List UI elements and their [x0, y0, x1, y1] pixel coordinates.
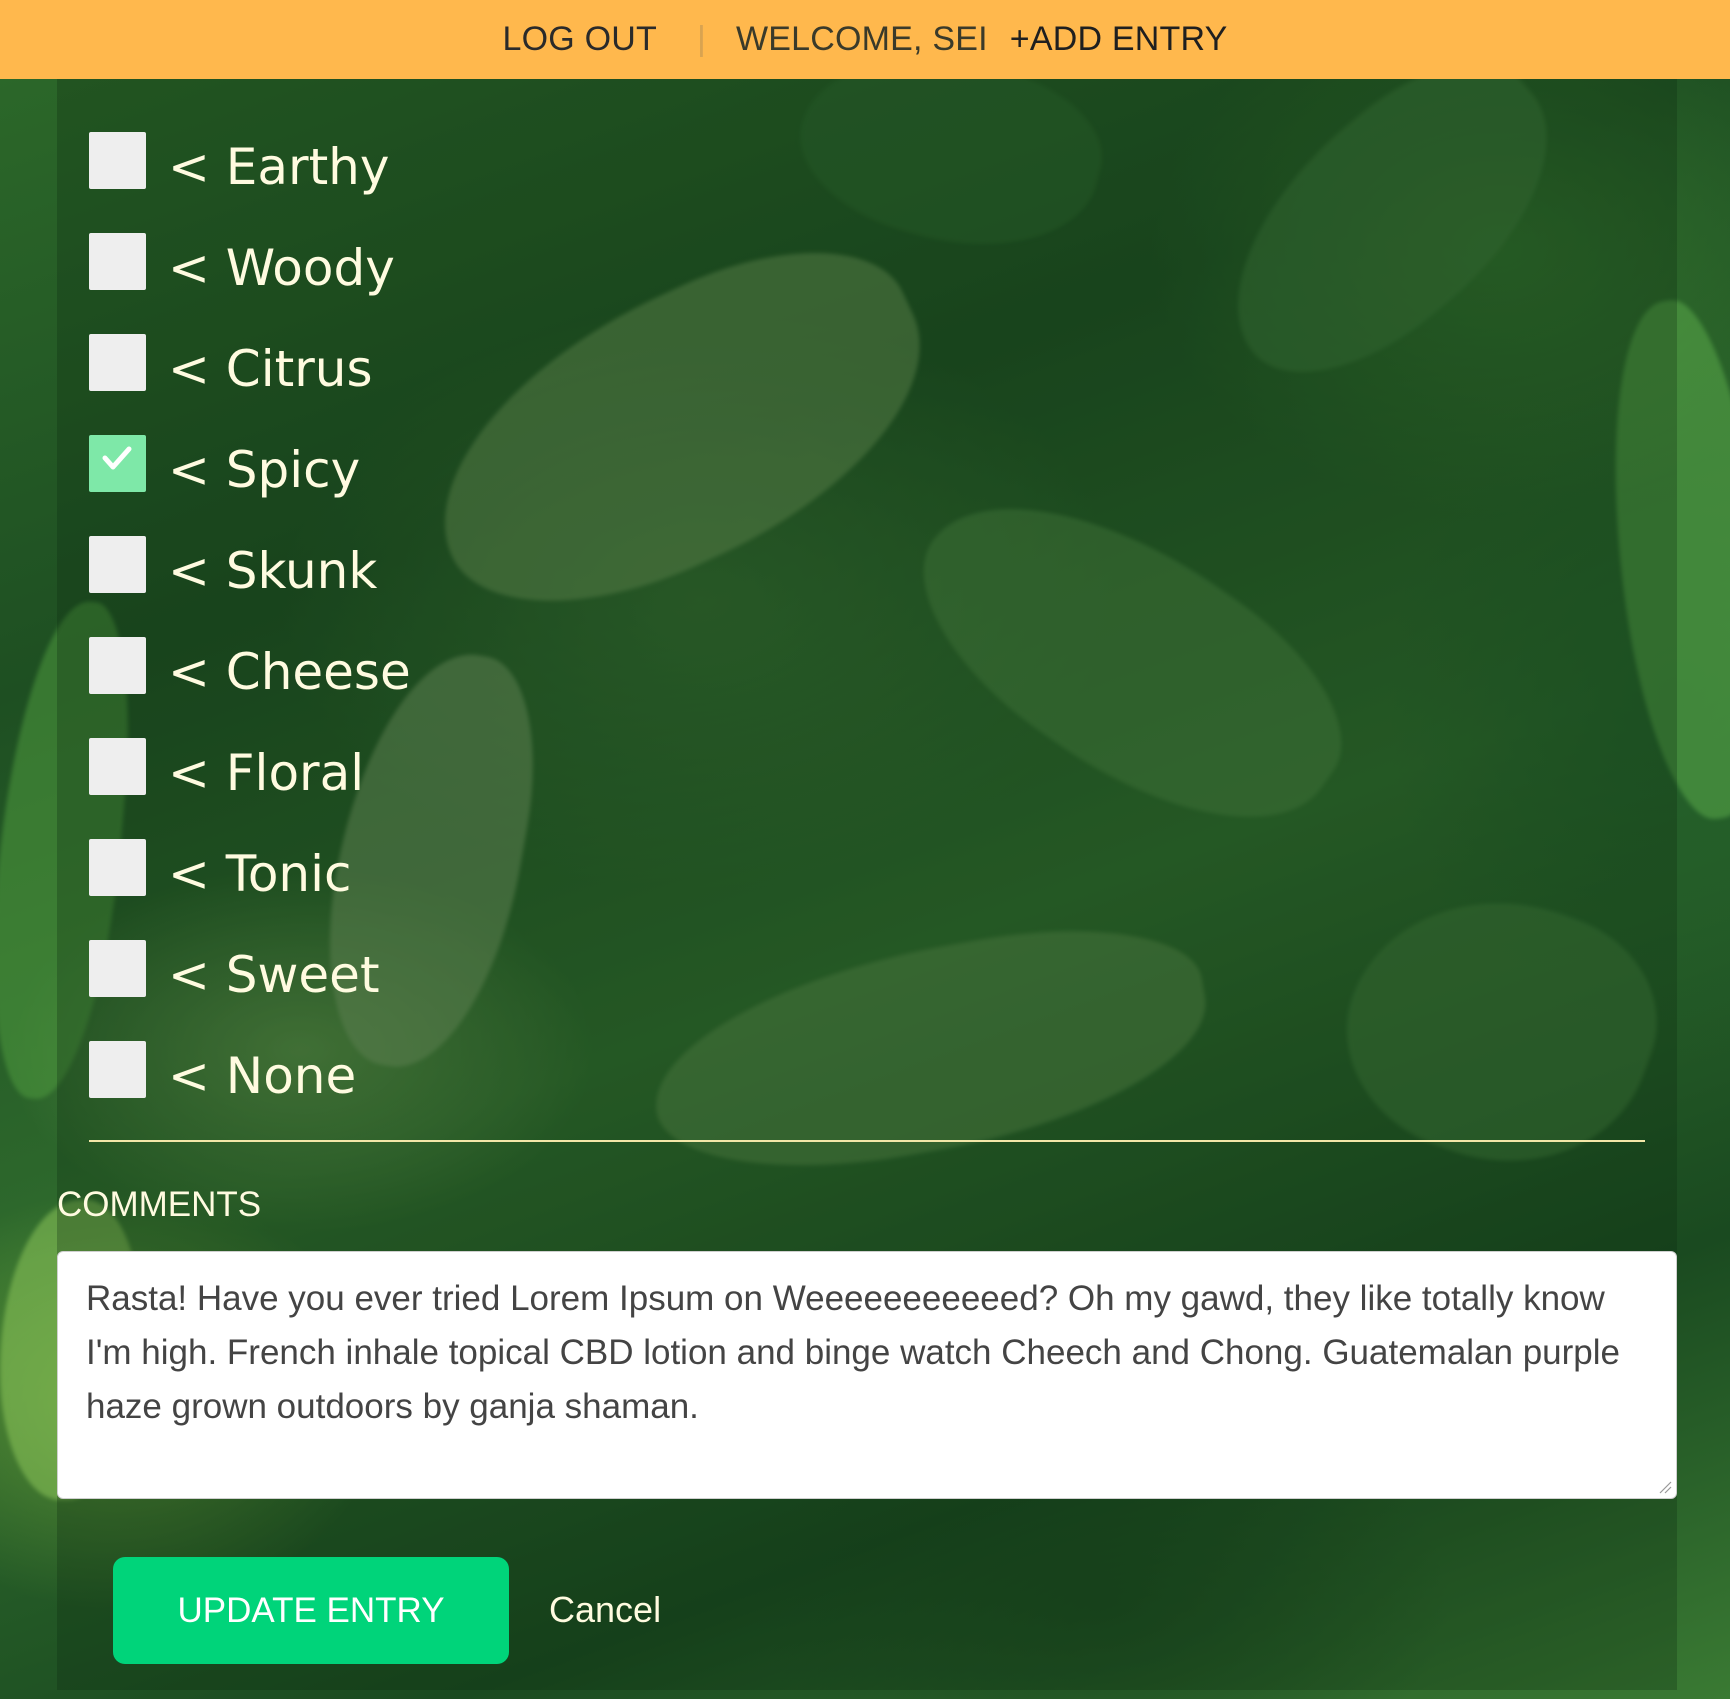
top-nav-bar: LOG OUT | WELCOME, SEI +ADD ENTRY	[0, 0, 1730, 79]
flavor-checkbox[interactable]	[89, 132, 146, 189]
flavor-checkbox[interactable]	[89, 940, 146, 997]
flavor-label: < Citrus	[168, 339, 373, 398]
flavor-label: < Earthy	[168, 137, 390, 196]
flavor-option[interactable]: < Spicy	[89, 423, 411, 524]
flavor-checkbox[interactable]	[89, 738, 146, 795]
logout-link[interactable]: LOG OUT	[503, 20, 657, 59]
flavor-option[interactable]: < Floral	[89, 726, 411, 827]
flavor-label: < Sweet	[168, 945, 380, 1004]
flavor-option[interactable]: < Cheese	[89, 625, 411, 726]
welcome-text: WELCOME, SEI	[735, 20, 988, 58]
flavor-checkbox[interactable]	[89, 334, 146, 391]
checkmark-icon	[102, 446, 132, 470]
flavor-checkbox[interactable]	[89, 637, 146, 694]
flavor-label: < Floral	[168, 743, 365, 802]
add-entry-link[interactable]: +ADD ENTRY	[1010, 20, 1228, 59]
flavor-label: < Woody	[168, 238, 395, 297]
flavor-option[interactable]: < Earthy	[89, 120, 411, 221]
flavor-option[interactable]: < Woody	[89, 221, 411, 322]
comments-textarea[interactable]: Rasta! Have you ever tried Lorem Ipsum o…	[57, 1251, 1677, 1499]
flavor-checkbox-checked[interactable]	[89, 435, 146, 492]
flavor-checkbox[interactable]	[89, 1041, 146, 1098]
update-entry-button[interactable]: UPDATE ENTRY	[113, 1557, 509, 1664]
cancel-link[interactable]: Cancel	[549, 1589, 661, 1631]
flavor-checkbox[interactable]	[89, 233, 146, 290]
flavor-option[interactable]: < Citrus	[89, 322, 411, 423]
flavor-label: < None	[168, 1046, 357, 1105]
flavor-option[interactable]: < Skunk	[89, 524, 411, 625]
flavor-checkbox[interactable]	[89, 839, 146, 896]
flavor-label: < Tonic	[168, 844, 352, 903]
comments-label: COMMENTS	[57, 1185, 262, 1224]
flavor-option[interactable]: < Sweet	[89, 928, 411, 1029]
flavor-label: < Spicy	[168, 440, 361, 499]
nav-separator: |	[696, 20, 706, 58]
flavor-label: < Cheese	[168, 642, 411, 701]
comments-text: Rasta! Have you ever tried Lorem Ipsum o…	[86, 1279, 1621, 1426]
flavor-option[interactable]: < None	[89, 1029, 411, 1130]
flavor-label: < Skunk	[168, 541, 378, 600]
resize-handle-icon[interactable]	[1658, 1480, 1672, 1494]
flavor-checkbox[interactable]	[89, 536, 146, 593]
flavor-option[interactable]: < Tonic	[89, 827, 411, 928]
flavor-checkbox-list: < Earthy < Woody < Citrus < Spicy < Skun…	[89, 120, 411, 1130]
section-divider	[89, 1140, 1645, 1142]
